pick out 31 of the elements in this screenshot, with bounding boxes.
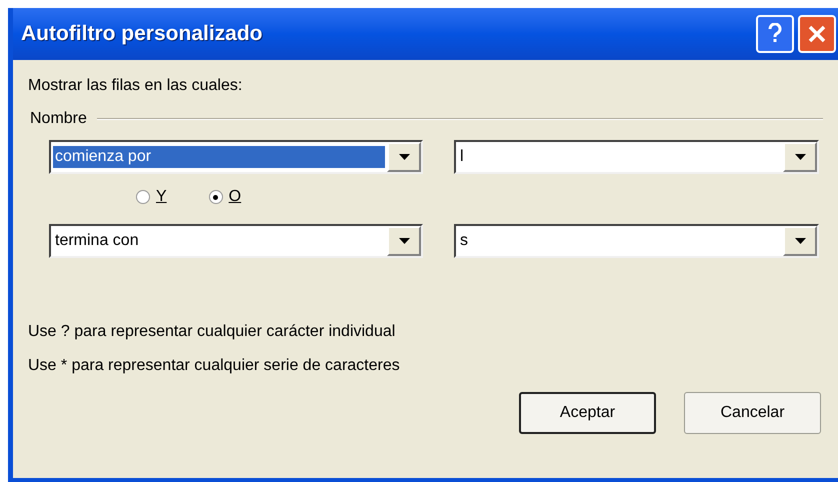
help-icon: [768, 23, 782, 45]
hint-text: Use ? para representar cualquier carácter individual: [28, 322, 396, 342]
dropdown-button[interactable]: [387, 226, 421, 256]
dropdown-button[interactable]: [387, 142, 421, 172]
dropdown-button[interactable]: [783, 142, 817, 172]
value-combobox[interactable]: l: [454, 140, 819, 174]
caret-icon: [398, 154, 410, 160]
radio-option[interactable]: Y: [136, 185, 167, 209]
dropdown-button[interactable]: [783, 226, 817, 256]
close-button[interactable]: [798, 15, 836, 53]
radio-button[interactable]: [208, 190, 223, 204]
value-combobox[interactable]: s: [454, 224, 819, 258]
operator-dropdown[interactable]: termina con: [49, 224, 423, 258]
combo-value: l: [459, 147, 465, 167]
hint-text: Use * para representar cualquier serie de caracteres: [28, 356, 401, 376]
combo-value: comienza por: [53, 146, 385, 168]
group-label: Nombre: [30, 109, 87, 129]
dialog-button[interactable]: Aceptar: [519, 392, 656, 434]
close-icon: [807, 24, 827, 44]
combo-value: s: [459, 231, 469, 251]
operator-dropdown[interactable]: comienza por: [49, 140, 423, 174]
radio-option[interactable]: O: [208, 185, 242, 209]
caret-icon: [794, 238, 806, 244]
dialog-button[interactable]: Cancelar: [684, 392, 821, 434]
prompt-text: Mostrar las filas en las cuales:: [28, 76, 244, 96]
caret-icon: [398, 238, 410, 244]
caret-icon: [794, 154, 806, 160]
window-title: Autofiltro personalizado: [21, 21, 264, 48]
combo-value: termina con: [54, 231, 140, 251]
help-button[interactable]: [756, 15, 794, 53]
radio-button[interactable]: [136, 190, 150, 204]
